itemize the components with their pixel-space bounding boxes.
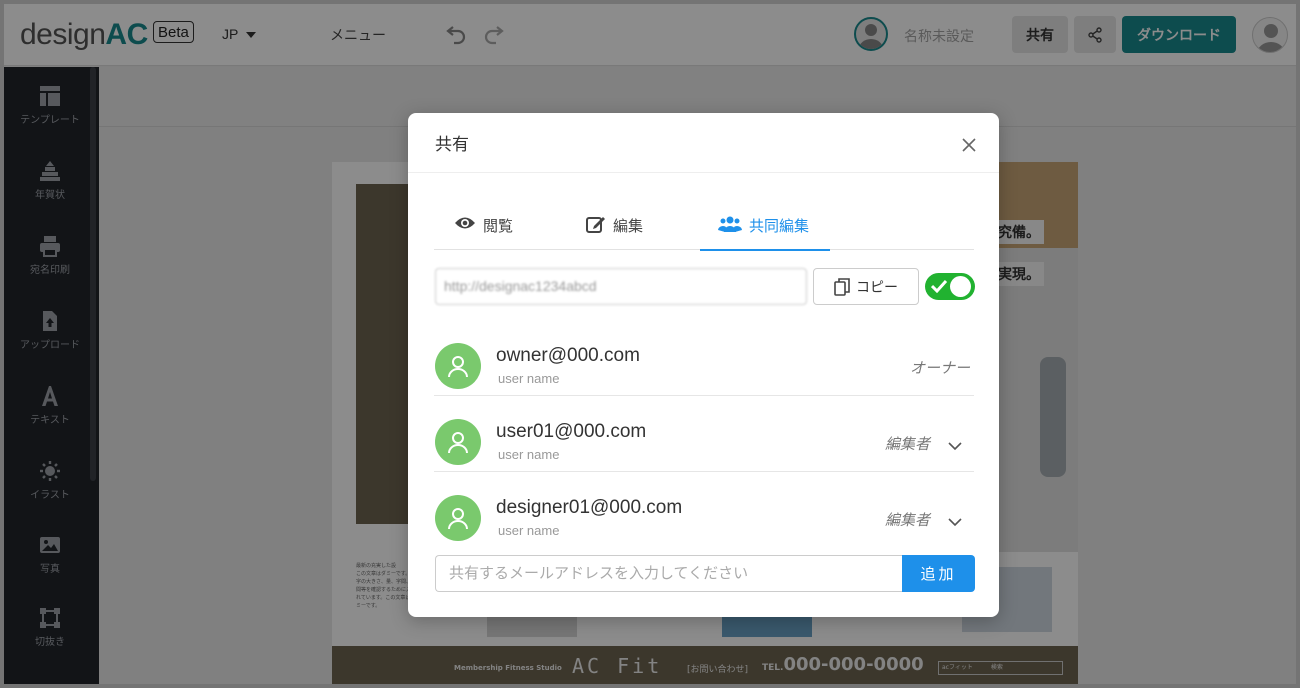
member-avatar (435, 343, 481, 389)
user-icon (448, 356, 468, 378)
member-role-select[interactable]: 編集者 (885, 433, 930, 454)
copy-button[interactable]: コピー (813, 268, 919, 305)
member-role-select[interactable]: 編集者 (885, 509, 930, 530)
eye-icon (455, 217, 475, 229)
tab-label: 編集 (613, 217, 644, 235)
copy-label: コピー (856, 279, 898, 296)
member-row: designer01@000.com user name 編集者 (434, 472, 974, 548)
add-member-button[interactable]: 追加 (902, 555, 975, 592)
share-dialog: 共有 閲覧 編集 共同編集 http://designac1234abcd コピ… (408, 113, 999, 617)
tab-view[interactable]: 閲覧 (454, 209, 513, 250)
share-tabs: 閲覧 編集 共同編集 (434, 209, 974, 251)
tab-label: 共同編集 (749, 217, 810, 235)
member-row: owner@000.com user name オーナー (434, 320, 974, 396)
tab-edit[interactable]: 編集 (586, 209, 643, 250)
member-username: user name (498, 447, 560, 462)
member-username: user name (498, 371, 560, 386)
member-username: user name (498, 523, 560, 538)
member-role: オーナー (910, 359, 971, 377)
user-icon (448, 508, 468, 530)
dialog-title: 共有 (435, 135, 469, 155)
member-avatar (435, 419, 481, 465)
invite-email-input[interactable]: 共有するメールアドレスを入力してください (435, 555, 903, 592)
share-url-field[interactable]: http://designac1234abcd (435, 268, 807, 305)
member-email: user01@000.com (496, 421, 647, 442)
chevron-down-icon[interactable] (948, 436, 962, 455)
link-sharing-toggle[interactable] (925, 273, 975, 300)
toggle-knob (950, 276, 971, 297)
edit-icon (586, 217, 605, 233)
member-email: owner@000.com (496, 345, 640, 366)
copy-icon (834, 277, 850, 296)
tab-co-edit[interactable]: 共同編集 (700, 209, 830, 251)
chevron-down-icon[interactable] (948, 512, 962, 531)
member-avatar (435, 495, 481, 541)
member-email: designer01@000.com (496, 497, 683, 518)
divider (408, 172, 999, 173)
users-icon (718, 216, 742, 232)
user-icon (448, 432, 468, 454)
member-row: user01@000.com user name 編集者 (434, 396, 974, 472)
tab-label: 閲覧 (483, 217, 514, 235)
close-icon[interactable] (961, 137, 977, 153)
check-icon (931, 279, 947, 293)
